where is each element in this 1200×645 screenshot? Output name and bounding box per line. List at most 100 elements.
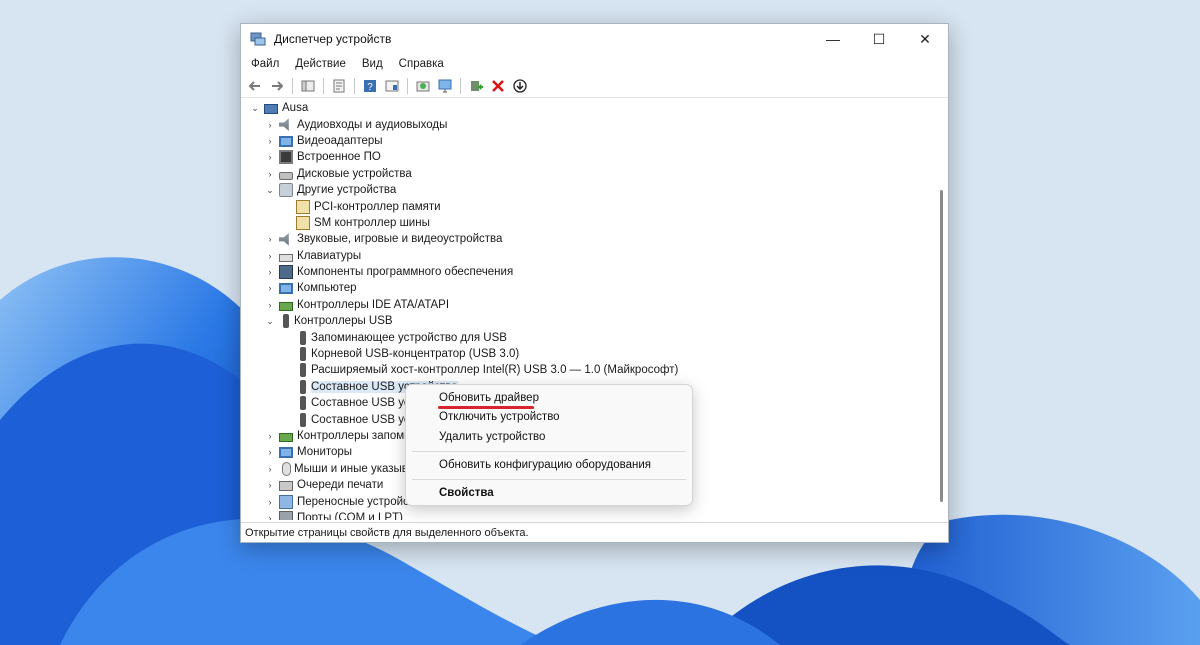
collapsed-chevron-icon[interactable]: ›	[264, 250, 276, 262]
menu-help[interactable]: Справка	[391, 58, 452, 70]
keyboard-icon	[279, 253, 293, 262]
minimize-button[interactable]: —	[810, 24, 856, 54]
back-icon[interactable]	[245, 76, 265, 96]
expanded-chevron-icon[interactable]: ⌄	[249, 102, 261, 114]
tree-item-label: Аудиовходы и аудиовыходы	[297, 118, 448, 131]
tree-item-label: Дисковые устройства	[297, 167, 412, 180]
speaker-icon	[279, 118, 289, 131]
tree-item[interactable]: Корневой USB-концентратор (USB 3.0)	[241, 346, 678, 362]
menu-file[interactable]: Файл	[243, 58, 287, 70]
toolbar-separator	[460, 77, 461, 94]
tree-item[interactable]: ⌄ Контроллеры USB	[241, 313, 678, 329]
usb-icon	[283, 314, 289, 329]
tree-item-label: Расширяемый хост-контроллер Intel(R) USB…	[311, 364, 679, 377]
collapsed-chevron-icon[interactable]: ›	[264, 479, 276, 491]
tree-item-label: PCI-контроллер памяти	[314, 200, 441, 213]
storage-controller-icon	[279, 433, 293, 442]
toolbar-separator	[323, 77, 324, 94]
collapsed-chevron-icon[interactable]: ›	[264, 119, 276, 131]
collapsed-chevron-icon[interactable]: ›	[264, 446, 276, 458]
scan-hardware-menu-item[interactable]: Обновить конфигурацию оборудования	[439, 459, 651, 471]
uninstall-device-menu-item[interactable]: Удалить устройство	[439, 431, 545, 443]
disable-device-menu-item[interactable]: Отключить устройство	[439, 411, 560, 423]
forward-icon[interactable]	[267, 76, 287, 96]
toolbar-separator	[407, 77, 408, 94]
help-icon[interactable]: ?	[360, 76, 380, 96]
expanded-chevron-icon[interactable]: ⌄	[264, 315, 276, 327]
tree-item[interactable]: Запоминающее устройство для USB	[241, 329, 678, 345]
monitor-icon	[279, 283, 293, 295]
tree-item-label: Контроллеры IDE ATA/ATAPI	[297, 298, 450, 311]
tree-item-label: Компьютер	[297, 282, 357, 295]
status-bar: Открытие страницы свойств для выделенног…	[241, 522, 948, 542]
status-text: Открытие страницы свойств для выделенног…	[245, 526, 529, 539]
properties-icon[interactable]	[329, 76, 349, 96]
vertical-scrollbar[interactable]	[940, 190, 943, 502]
uninstall-icon[interactable]	[488, 76, 508, 96]
usb-icon	[300, 412, 306, 427]
tree-item[interactable]: › Звуковые, игровые и видеоустройства	[241, 231, 678, 247]
collapsed-chevron-icon[interactable]: ›	[264, 135, 276, 147]
menu-separator	[412, 451, 686, 452]
collapsed-chevron-icon[interactable]: ›	[264, 266, 276, 278]
tree-item-label: Видеоадаптеры	[297, 134, 383, 147]
collapsed-chevron-icon[interactable]: ›	[264, 151, 276, 163]
download-icon[interactable]	[510, 76, 530, 96]
close-button[interactable]: ✕	[902, 24, 948, 54]
tree-item[interactable]: SM контроллер шины	[241, 215, 678, 231]
tree-item[interactable]: › Компьютер	[241, 280, 678, 296]
tree-item[interactable]: › Компоненты программного обеспечения	[241, 264, 678, 280]
properties-menu-item[interactable]: Свойства	[439, 487, 494, 499]
add-driver-icon[interactable]	[466, 76, 486, 96]
collapsed-chevron-icon[interactable]: ›	[264, 168, 276, 180]
mouse-icon	[282, 461, 291, 476]
collapsed-chevron-icon[interactable]: ›	[264, 299, 276, 311]
tree-item[interactable]: › Дисковые устройства	[241, 166, 678, 182]
tree-item[interactable]: › Видеоадаптеры	[241, 133, 678, 149]
collapsed-chevron-icon[interactable]: ›	[264, 463, 276, 475]
action-view-icon[interactable]	[382, 76, 402, 96]
red-highlight-underline	[438, 406, 534, 409]
speaker-icon	[279, 233, 289, 246]
device-manager-app-icon	[250, 31, 266, 47]
menu-view[interactable]: Вид	[354, 58, 391, 70]
tree-item[interactable]: › Контроллеры IDE ATA/ATAPI	[241, 297, 678, 313]
software-component-icon	[279, 265, 293, 280]
title-bar[interactable]: Диспетчер устройств — ☐ ✕	[241, 24, 948, 54]
tree-item[interactable]: Расширяемый хост-контроллер Intel(R) USB…	[241, 362, 678, 378]
usb-icon	[300, 347, 306, 362]
display-adapter-icon	[279, 135, 293, 147]
expanded-chevron-icon[interactable]: ⌄	[264, 184, 276, 196]
tree-item[interactable]: › Клавиатуры	[241, 248, 678, 264]
tree-item[interactable]: ⌄ Другие устройства	[241, 182, 678, 198]
tree-item[interactable]: › Аудиовходы и аудиовыходы	[241, 116, 678, 132]
collapsed-chevron-icon[interactable]: ›	[264, 512, 276, 520]
scan-changes-icon[interactable]	[413, 76, 433, 96]
warning-device-icon	[296, 215, 310, 230]
monitor-icon[interactable]	[435, 76, 455, 96]
update-driver-menu-item[interactable]: Обновить драйвер	[439, 392, 539, 404]
menu-separator	[412, 479, 686, 480]
context-menu: Обновить драйвер Отключить устройство Уд…	[405, 384, 693, 506]
svg-text:?: ?	[367, 82, 373, 93]
collapsed-chevron-icon[interactable]: ›	[264, 233, 276, 245]
collapsed-chevron-icon[interactable]: ›	[264, 430, 276, 442]
show-hide-tree-icon[interactable]	[298, 76, 318, 96]
tree-item[interactable]: › Порты (COM и LPT)	[241, 510, 678, 520]
usb-icon	[300, 396, 306, 411]
tree-item-label: Очереди печати	[297, 479, 384, 492]
collapsed-chevron-icon[interactable]: ›	[264, 496, 276, 508]
collapsed-chevron-icon[interactable]: ›	[264, 282, 276, 294]
maximize-button[interactable]: ☐	[856, 24, 902, 54]
tree-item-label: Другие устройства	[297, 184, 397, 197]
tree-item[interactable]: › Встроенное ПО	[241, 149, 678, 165]
usb-icon	[300, 363, 306, 378]
tree-item-label: Компоненты программного обеспечения	[297, 266, 514, 279]
menu-action[interactable]: Действие	[287, 58, 354, 70]
tree-item[interactable]: PCI-контроллер памяти	[241, 198, 678, 214]
tree-item[interactable]: ⌄ Ausa	[241, 100, 678, 116]
unknown-device-icon	[279, 183, 293, 198]
